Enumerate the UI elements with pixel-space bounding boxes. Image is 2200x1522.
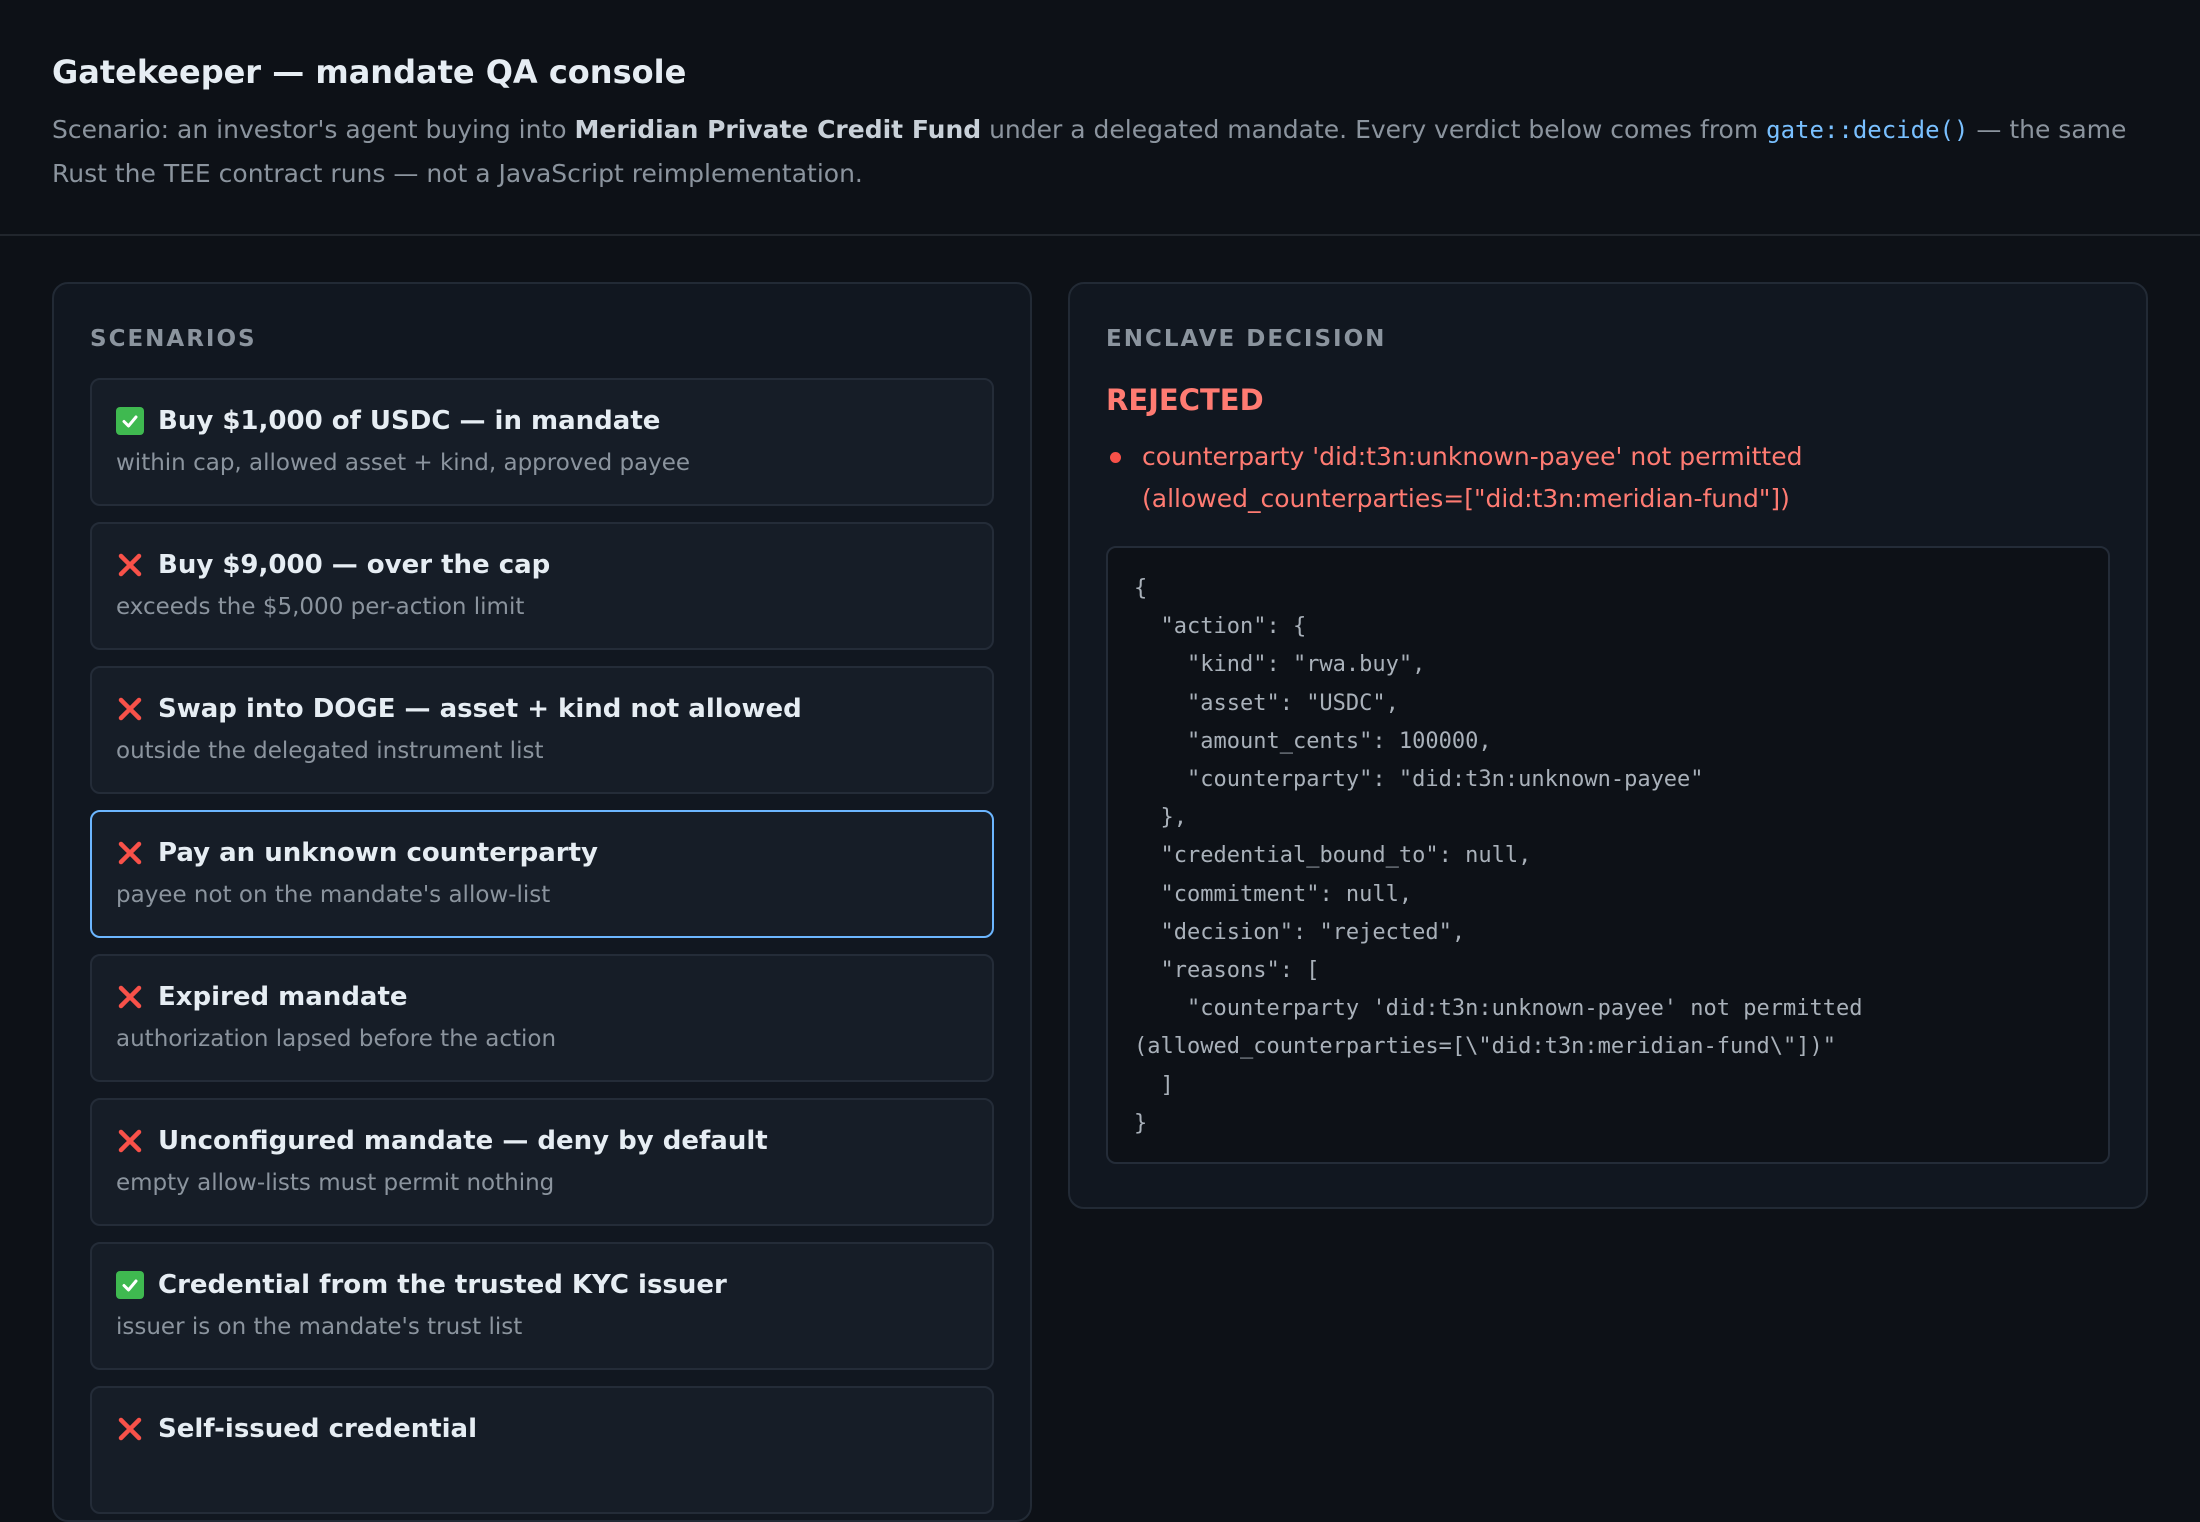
scenario-title-text: Swap into DOGE — asset + kind not allowe… <box>158 694 802 724</box>
page-title: Gatekeeper — mandate QA console <box>52 53 687 91</box>
verdict-status: REJECTED <box>1106 383 1264 417</box>
scenario-title: Swap into DOGE — asset + kind not allowe… <box>116 690 968 728</box>
scenario-title-text: Self-issued credential <box>158 1414 478 1444</box>
scenario-list: Buy $1,000 of USDC — in mandate within ca… <box>90 378 994 1514</box>
decision-json: { "action": { "kind": "rwa.buy", "asset"… <box>1134 576 1863 1136</box>
decision-panel: ENCLAVE DECISION REJECTED counterparty '… <box>1068 282 2148 1209</box>
scenario-title-text: Credential from the trusted KYC issuer <box>158 1270 727 1300</box>
scenarios-panel: SCENARIOS Buy $1,000 of USDC — in mandat… <box>52 282 1032 1522</box>
scenario-description: outside the delegated instrument list <box>116 738 544 764</box>
page-subtitle: Scenario: an investor's agent buying int… <box>52 108 2148 196</box>
scenario-title: Pay an unknown counterparty <box>116 834 968 872</box>
scenario-title: Buy $9,000 — over the cap <box>116 546 968 584</box>
scenario-description: empty allow-lists must permit nothing <box>116 1170 555 1196</box>
scenarios-label: SCENARIOS <box>90 326 257 352</box>
scenario-card[interactable]: Unconfigured mandate — deny by default em… <box>90 1098 994 1226</box>
check-icon <box>116 1271 144 1299</box>
scenario-description: within cap, allowed asset + kind, approv… <box>116 450 691 476</box>
scenario-description: issuer is on the mandate's trust list <box>116 1314 523 1340</box>
page-header: Gatekeeper — mandate QA console Scenario… <box>0 0 2200 236</box>
scenario-description: payee not on the mandate's allow-list <box>116 882 551 908</box>
scenario-title: Expired mandate <box>116 978 968 1016</box>
scenario-card[interactable]: Buy $9,000 — over the cap exceeds the $5,… <box>90 522 994 650</box>
cross-icon <box>116 551 144 579</box>
cross-icon <box>116 1415 144 1443</box>
scenario-title-text: Buy $1,000 of USDC — in mandate <box>158 406 661 436</box>
scenario-description: authorization lapsed before the action <box>116 1026 557 1052</box>
scenario-title: Credential from the trusted KYC issuer <box>116 1266 968 1304</box>
scenario-card[interactable]: Expired mandate authorization lapsed befo… <box>90 954 994 1082</box>
cross-icon <box>116 839 144 867</box>
scenario-title-text: Pay an unknown counterparty <box>158 838 599 868</box>
check-icon <box>116 407 144 435</box>
code-reference: gate::decide() <box>1766 116 1969 144</box>
scenario-title: Self-issued credential <box>116 1410 968 1448</box>
reason-list: counterparty 'did:t3n:unknown-payee' not… <box>1106 436 2110 520</box>
scenario-title-text: Expired mandate <box>158 982 408 1012</box>
scenario-card[interactable]: Pay an unknown counterparty payee not on … <box>90 810 994 938</box>
subtitle-prefix: Scenario: an investor's agent buying int… <box>52 115 575 144</box>
decision-json-box: { "action": { "kind": "rwa.buy", "asset"… <box>1106 546 2110 1164</box>
subtitle-middle: under a delegated mandate. Every verdict… <box>981 115 1767 144</box>
scenario-title-text: Buy $9,000 — over the cap <box>158 550 551 580</box>
scenario-card[interactable]: Buy $1,000 of USDC — in mandate within ca… <box>90 378 994 506</box>
cross-icon <box>116 1127 144 1155</box>
scenario-title-text: Unconfigured mandate — deny by default <box>158 1126 768 1156</box>
scenario-card[interactable]: Swap into DOGE — asset + kind not allowe… <box>90 666 994 794</box>
scenario-title: Unconfigured mandate — deny by default <box>116 1122 968 1160</box>
scenario-description: exceeds the $5,000 per-action limit <box>116 594 525 620</box>
fund-name: Meridian Private Credit Fund <box>574 115 982 144</box>
scenario-card[interactable]: Self-issued credential <box>90 1386 994 1514</box>
scenario-title: Buy $1,000 of USDC — in mandate <box>116 402 968 440</box>
scenario-card[interactable]: Credential from the trusted KYC issuer is… <box>90 1242 994 1370</box>
cross-icon <box>116 983 144 1011</box>
reason-item: counterparty 'did:t3n:unknown-payee' not… <box>1106 436 2110 520</box>
decision-label: ENCLAVE DECISION <box>1106 326 1387 352</box>
cross-icon <box>116 695 144 723</box>
